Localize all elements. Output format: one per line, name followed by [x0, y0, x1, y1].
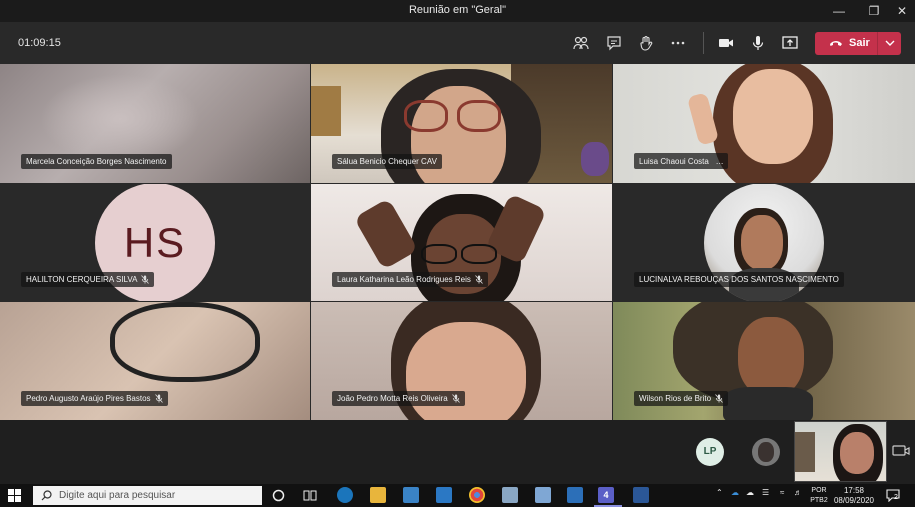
paint-icon[interactable]: [535, 487, 551, 503]
participants-button[interactable]: [569, 32, 593, 54]
participant-name-tag: Laura Katharina Leão Rodrigues Reis: [332, 272, 488, 287]
participant-tile[interactable]: Sálua Benicio Chequer CAV: [311, 64, 612, 183]
glasses-right: [461, 244, 497, 264]
participant-tile[interactable]: Marcela Conceição Borges Nascimento: [0, 64, 310, 183]
overflow-participants-bar: LP: [0, 420, 915, 484]
time: 17:58: [843, 486, 865, 495]
hand-icon: [640, 35, 653, 51]
participant-name-tag: Wilson Rios de Brito: [634, 391, 729, 406]
title-bar: Reunião em "Geral" — ❐ ✕: [0, 0, 915, 22]
face: [738, 317, 804, 397]
outlook-icon[interactable]: [567, 487, 583, 503]
participant-name-tag: HALILTON CERQUEIRA SILVA: [21, 272, 155, 287]
chevron-down-icon[interactable]: [882, 35, 898, 51]
glasses-left: [404, 100, 448, 132]
video-feed: [40, 74, 200, 164]
toolbar-divider: [703, 32, 704, 54]
window-title: Reunião em "Geral": [408, 4, 507, 16]
participant-tile[interactable]: João Pedro Motta Reis Oliveira: [311, 302, 612, 420]
glasses-left: [421, 244, 457, 264]
date: 08/09/2020: [833, 496, 875, 505]
cloud-icon[interactable]: ☁: [746, 488, 754, 497]
chat-icon: [607, 36, 621, 51]
shirt: [723, 387, 813, 420]
meeting-toolbar: 01:09:15 Sair: [0, 22, 915, 64]
teams-icon[interactable]: 4: [598, 487, 614, 503]
glasses: [110, 302, 260, 382]
people-icon: [573, 36, 589, 50]
taskbar-search[interactable]: Digite aqui para pesquisar: [33, 486, 262, 505]
participant-name-tag: Marcela Conceição Borges Nascimento: [21, 154, 172, 169]
chevron-up-icon[interactable]: ⌃: [716, 488, 723, 497]
windows-start-icon[interactable]: [8, 489, 21, 502]
microphone-button[interactable]: [746, 32, 770, 54]
leave-label: Sair: [849, 37, 870, 49]
participant-name-tag: Sálua Benicio Chequer CAV: [332, 154, 442, 169]
self-view-video[interactable]: [794, 421, 887, 482]
mail-icon[interactable]: [436, 487, 452, 503]
mic-off-icon: [475, 275, 483, 284]
participant-name-tag: Pedro Augusto Araújo Pires Bastos: [21, 391, 168, 406]
participant-name-tag: LUCINALVA REBOUÇAS DOS SANTOS NASCIMENTO: [634, 272, 844, 287]
windows-taskbar: Digite aqui para pesquisar 4 ⌃ ☁ ☁ ☰ ≈ ♬…: [0, 484, 915, 507]
notification-count: 2: [894, 494, 898, 501]
restore-button[interactable]: ❐: [859, 1, 889, 21]
more-options-icon[interactable]: ...: [716, 156, 724, 166]
more-actions-button[interactable]: [666, 32, 690, 54]
app-icon[interactable]: [502, 487, 518, 503]
leave-button[interactable]: Sair: [815, 32, 901, 55]
edge-icon[interactable]: [337, 487, 353, 503]
volume-icon[interactable]: ♬: [794, 488, 802, 497]
participant-tile[interactable]: HS HALILTON CERQUEIRA SILVA: [0, 184, 310, 301]
onedrive-icon[interactable]: ☁: [731, 488, 739, 497]
mic-off-icon: [715, 394, 723, 403]
participant-tile[interactable]: Pedro Augusto Araújo Pires Bastos: [0, 302, 310, 420]
store-icon[interactable]: [403, 487, 419, 503]
notifications-button[interactable]: 2: [886, 488, 900, 503]
glasses-right: [457, 100, 501, 132]
raise-hand-button[interactable]: [634, 32, 658, 54]
participant-tile[interactable]: Luisa Chaoui Costa...: [613, 64, 915, 183]
picture-frame: [311, 86, 341, 136]
call-device-icon[interactable]: [890, 442, 912, 462]
avatar[interactable]: LP: [696, 438, 724, 466]
close-button[interactable]: ✕: [887, 1, 915, 21]
hang-up-icon: [830, 41, 842, 47]
meeting-timer: 01:09:15: [18, 37, 61, 49]
chrome-icon[interactable]: [469, 487, 485, 503]
mic-off-icon: [451, 394, 460, 403]
video-grid: Marcela Conceição Borges Nascimento Sálu…: [0, 64, 915, 420]
file-explorer-icon[interactable]: [370, 487, 386, 503]
cortana-icon[interactable]: [272, 489, 285, 502]
hand-left: [353, 198, 419, 270]
search-placeholder: Digite aqui para pesquisar: [59, 490, 176, 501]
share-button[interactable]: [778, 32, 802, 54]
camera-button[interactable]: [714, 32, 738, 54]
flowers: [581, 142, 609, 176]
participant-tile[interactable]: LUCINALVA REBOUÇAS DOS SANTOS NASCIMENTO: [613, 184, 915, 301]
camera-icon: [719, 39, 733, 47]
search-icon: [41, 490, 52, 501]
wifi-icon[interactable]: ≈: [780, 488, 784, 497]
participant-tile[interactable]: Wilson Rios de Brito: [613, 302, 915, 420]
avatar[interactable]: [752, 438, 780, 466]
chat-button[interactable]: [602, 32, 626, 54]
microphone-icon: [752, 36, 764, 50]
language-indicator[interactable]: POR PTB2: [808, 486, 830, 506]
participant-name-tag: João Pedro Motta Reis Oliveira: [332, 391, 465, 406]
minimize-button[interactable]: —: [824, 1, 854, 21]
clock[interactable]: 17:58 08/09/2020: [832, 486, 876, 506]
task-view-icon[interactable]: [303, 489, 317, 502]
participant-tile[interactable]: Laura Katharina Leão Rodrigues Reis: [311, 184, 612, 301]
face: [733, 69, 813, 164]
mic-off-icon: [154, 394, 163, 403]
network-icon[interactable]: ☰: [762, 488, 769, 497]
participant-name-tag: Luisa Chaoui Costa...: [634, 153, 729, 169]
mic-off-icon: [141, 275, 150, 284]
teams-badge: 4: [603, 490, 609, 500]
share-screen-icon: [782, 36, 798, 49]
more-icon: [671, 41, 685, 45]
word-icon[interactable]: [633, 487, 649, 503]
